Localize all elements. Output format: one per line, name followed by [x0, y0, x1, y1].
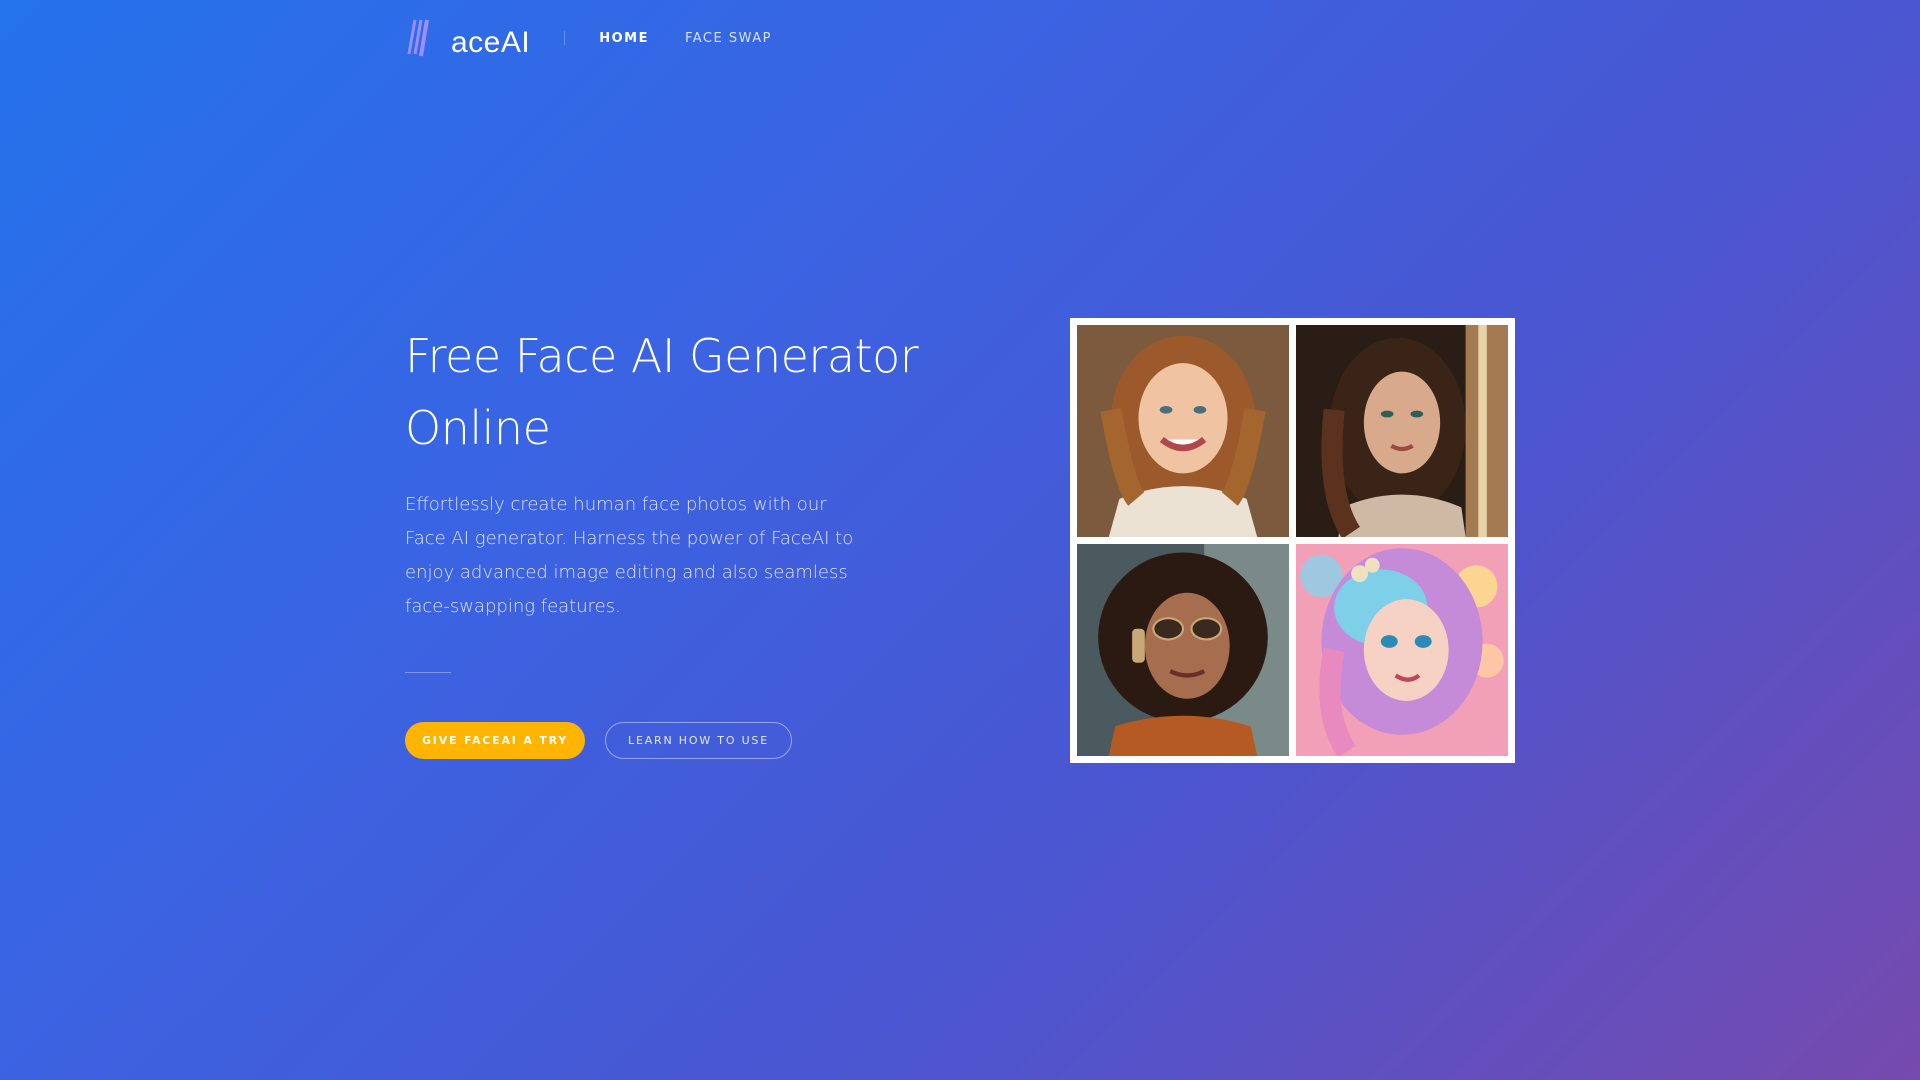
hero-title-line1: Free Face AI Generator [405, 329, 919, 383]
pastel-hair-animated-girl-image [1296, 544, 1508, 756]
site-header: aceAI HOME FACE SWAP [405, 16, 772, 60]
hero-description: Effortlessly create human face photos wi… [405, 494, 854, 617]
give-faceai-a-try-button[interactable]: GIVE FACEAI A TRY [405, 722, 585, 759]
hero-title-line2: Online [405, 401, 551, 455]
nav-home-link[interactable]: HOME [599, 31, 649, 46]
nav-divider [564, 31, 566, 45]
face-gallery [1070, 318, 1515, 763]
hero-divider [405, 672, 451, 673]
smiling-woman-turtleneck-image [1077, 325, 1289, 537]
main-nav: HOME FACE SWAP [599, 31, 772, 46]
faceai-logo-icon [407, 19, 453, 57]
learn-how-to-use-button[interactable]: LEARN HOW TO USE [605, 722, 792, 759]
hero-title: Free Face AI Generator Online [405, 320, 925, 464]
curly-hair-woman-sunglasses-headphones-image [1077, 544, 1289, 756]
logo-text: aceAI [451, 26, 531, 59]
nav-face-swap-link[interactable]: FACE SWAP [685, 31, 772, 46]
faceai-logo[interactable]: aceAI [405, 16, 530, 60]
dark-hair-woman-window-image [1296, 325, 1508, 537]
